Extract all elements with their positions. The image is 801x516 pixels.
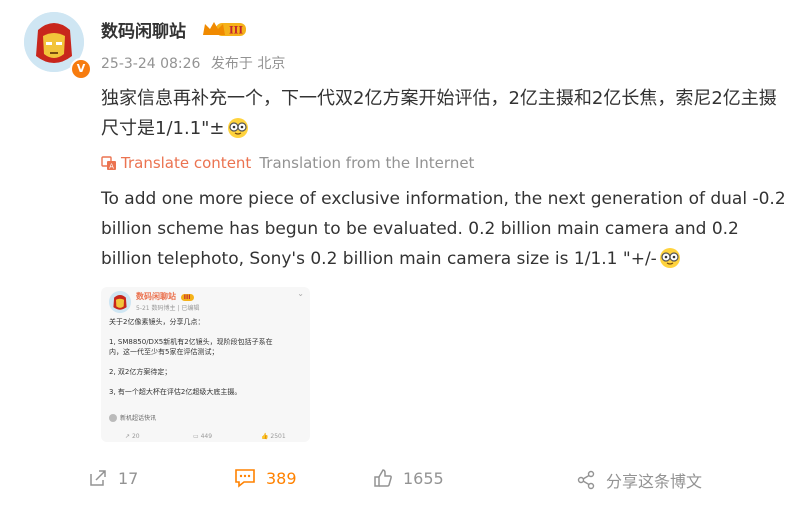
timestamp[interactable]: 25-3-24 08:26 [101,56,200,72]
emoji-glasses-icon [659,248,680,268]
repost-button[interactable]: 17 [88,468,138,488]
embedded-comment-count: ▭ 449 [193,433,213,440]
embedded-username-text: 数码闲聊站 [136,292,176,301]
ironman-avatar-icon [109,291,131,313]
level-badge-text: III [229,26,243,37]
translate-icon: A [101,156,116,171]
comment-count: 389 [266,468,297,488]
translated-text: To add one more piece of exclusive infor… [101,184,791,274]
embedded-post-image[interactable]: 数码闲聊站 III 5-21 数码博主 | 已编辑 ⌄ 关于2亿像素镜头，分享几… [101,287,310,442]
tag-icon [109,413,117,422]
translated-text-content: To add one more piece of exclusive infor… [101,189,786,269]
embedded-comment-value: 449 [200,433,213,440]
repost-icon [90,470,106,486]
embedded-text: 关于2亿像素镜头，分享几点： 1, SM8850/DX5新机有2亿镜头，现阶段包… [109,317,305,407]
repost-count: 17 [118,468,139,488]
embedded-line: 关于2亿像素镜头，分享几点： [109,318,205,326]
embedded-line: 2, 双2亿方案待定； [109,368,172,376]
embedded-tag-text: 新机超话快讯 [120,415,157,422]
verified-badge: V [70,58,92,80]
embedded-like-value: 2501 [270,433,286,440]
post-text-content: 独家信息再补充一个，下一代双2亿方案开始评估，2亿主摄和2亿长焦，索尼2亿主摄尺… [101,88,777,139]
username[interactable]: 数码闲聊站 [101,17,186,42]
share-button[interactable]: 分享这条博文 [576,468,702,492]
share-label: 分享这条博文 [606,472,703,491]
like-button[interactable]: 1655 [373,468,444,488]
emoji-glasses-icon [227,118,248,138]
embedded-line: 3, 有一个超大杯在评估2亿超级大底主摄。 [109,388,242,396]
embedded-tag: 新机超话快讯 [109,413,156,422]
embedded-avatar [109,291,131,313]
translate-row: A Translate content Translation from the… [101,154,474,172]
post-text: 独家信息再补充一个，下一代双2亿方案开始评估，2亿主摄和2亿长焦，索尼2亿主摄尺… [101,84,791,144]
embedded-line: 1, SM8850/DX5新机有2亿镜头，现阶段包括子系在 内，这一代至少有5家… [109,338,273,356]
like-count: 1655 [403,468,444,488]
embedded-meta: 5-21 数码博主 | 已编辑 [136,305,200,312]
chevron-down-icon: ⌄ [297,289,304,298]
post-meta: 25-3-24 08:26 发布于 北京 [101,53,291,73]
like-icon [374,469,392,487]
share-icon [577,470,595,490]
crown-badge-icon[interactable]: III [202,20,248,38]
embedded-level-badge: III [180,294,194,301]
embedded-repost-count: ↗ 20 [125,433,140,440]
svg-text:A: A [109,163,114,171]
embedded-username: 数码闲聊站 III [136,291,194,302]
embedded-like-count: 👍 2501 [261,433,286,440]
action-bar: 17 389 1655 分享这条博文 [0,462,801,496]
translate-content-link[interactable]: Translate content [121,154,251,172]
embedded-repost-value: 20 [131,433,140,440]
comment-icon [235,469,255,488]
location: 发布于 北京 [210,56,286,72]
comment-button[interactable]: 389 [234,468,297,488]
translation-source: Translation from the Internet [259,154,475,172]
